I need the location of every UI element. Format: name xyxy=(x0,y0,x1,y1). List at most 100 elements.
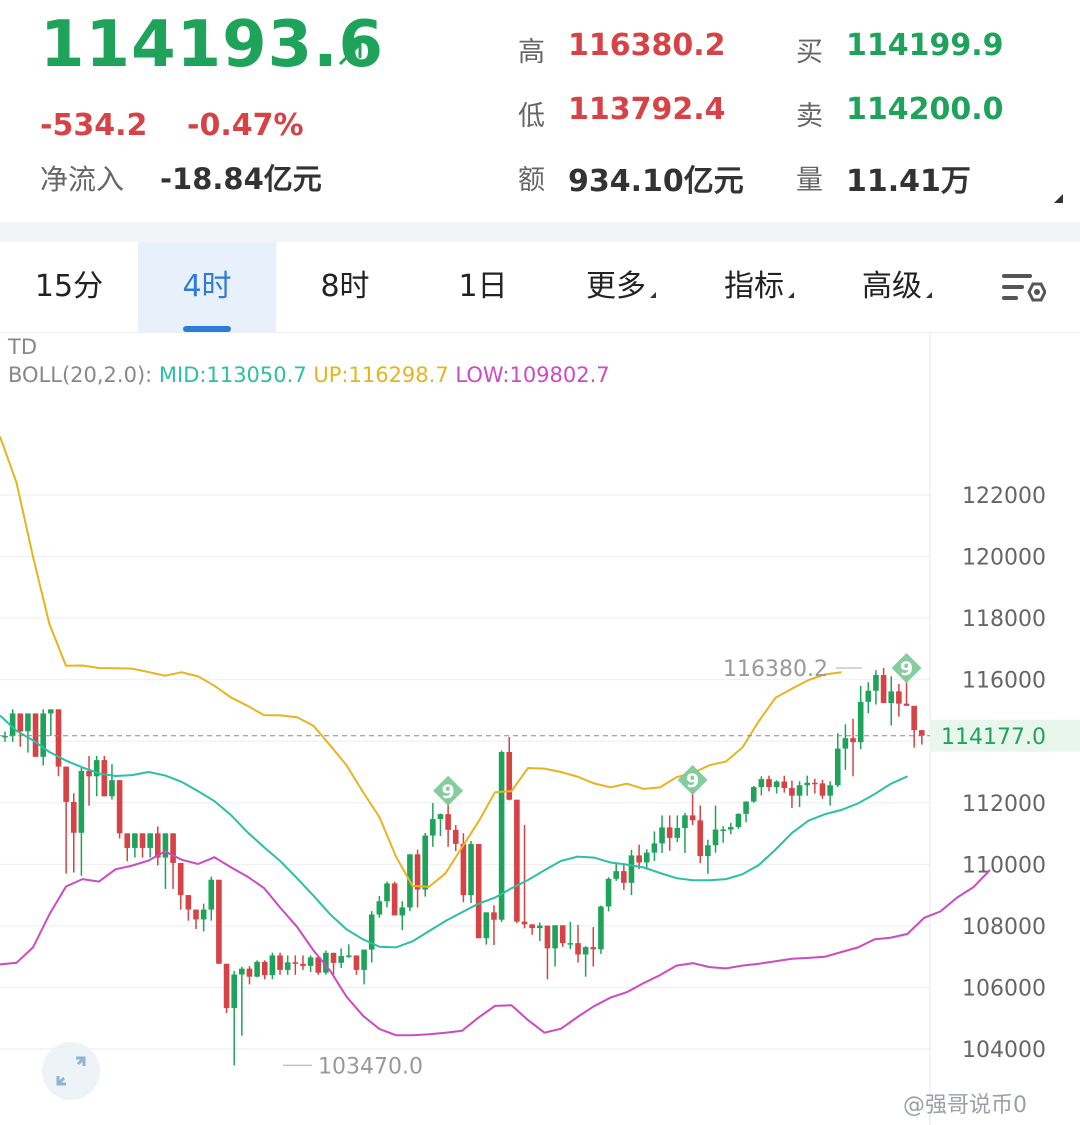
candle-body xyxy=(116,780,123,834)
td-marker-label: 9 xyxy=(686,770,699,792)
candle-body xyxy=(353,955,360,970)
td-marker-label: 9 xyxy=(442,781,455,803)
candle-body xyxy=(109,780,115,797)
up-right-arrow-icon xyxy=(336,40,364,76)
amount-label: 额 xyxy=(518,165,545,196)
candle-body xyxy=(414,854,421,890)
candle-body xyxy=(643,852,650,863)
netflow-value: -18.84亿元 xyxy=(160,162,322,196)
candle-body xyxy=(666,827,673,838)
candle-body xyxy=(559,925,566,944)
candle-body xyxy=(101,760,108,797)
candle-body xyxy=(628,855,635,883)
candle-body xyxy=(338,956,344,963)
y-tick-label: 106000 xyxy=(962,976,1046,1001)
boll-up-value: UP:116298.7 xyxy=(313,363,449,387)
boll-mid-value: MID:113050.7 xyxy=(158,363,307,387)
candle-body xyxy=(636,855,642,863)
candle-body xyxy=(48,709,54,714)
sell-label: 卖 xyxy=(796,101,823,132)
current-price-label: 114177.0 xyxy=(941,725,1046,750)
tab-indicators[interactable]: 指标 xyxy=(690,242,828,332)
y-tick-label: 108000 xyxy=(962,915,1046,940)
candle-body xyxy=(139,833,146,848)
td-marker-label: 9 xyxy=(900,658,913,680)
chart-settings-icon[interactable] xyxy=(1000,270,1047,306)
candle-body xyxy=(682,815,688,829)
candle-body xyxy=(659,827,665,844)
fullscreen-expand-icon[interactable] xyxy=(42,1042,100,1100)
candle-body xyxy=(17,713,24,732)
volume-value: 11.41万 xyxy=(846,164,971,199)
candle-body xyxy=(261,961,268,976)
candle-body xyxy=(575,943,581,955)
candle-body xyxy=(468,844,474,896)
candle-body xyxy=(812,782,818,785)
candlestick-chart[interactable]: 1220001200001180001160001140001120001100… xyxy=(0,332,1080,1125)
volume-label: 量 xyxy=(796,165,823,196)
buy-value: 114199.9 xyxy=(846,28,1004,63)
candle-body xyxy=(674,828,681,838)
tab-label: 指标 xyxy=(724,269,784,304)
y-tick-label: 116000 xyxy=(962,669,1046,694)
candle-body xyxy=(705,845,711,857)
candle-body xyxy=(25,713,31,732)
candle-body xyxy=(773,781,780,788)
candle-body xyxy=(430,819,436,836)
candle-body xyxy=(445,814,451,830)
tab-label: 4时 xyxy=(182,269,232,304)
dropdown-corner-icon xyxy=(788,292,794,298)
y-tick-label: 104000 xyxy=(962,1038,1046,1063)
candle-body xyxy=(789,788,795,796)
tab-advanced[interactable]: 高级 xyxy=(828,242,966,332)
candle-body xyxy=(147,833,153,848)
candle-body xyxy=(193,909,199,920)
candle-body xyxy=(300,963,306,966)
candle-body xyxy=(582,947,589,955)
y-tick-label: 120000 xyxy=(962,546,1046,571)
dropdown-corner-icon xyxy=(650,292,656,298)
candle-body xyxy=(834,748,841,786)
candle-body xyxy=(346,955,352,957)
tab-label: 高级 xyxy=(862,269,922,304)
low-value: 113792.4 xyxy=(568,92,726,127)
candle-body xyxy=(399,907,406,916)
candle-body xyxy=(132,833,138,848)
candle-body xyxy=(567,943,574,945)
candle-body xyxy=(896,691,902,704)
candle-body xyxy=(361,949,367,970)
dropdown-corner-icon xyxy=(926,292,932,298)
candle-body xyxy=(621,871,627,883)
boll-low-value: LOW:109802.7 xyxy=(455,363,610,387)
tab-label: 15分 xyxy=(34,269,104,304)
candle-body xyxy=(491,912,497,920)
candle-body xyxy=(452,829,459,844)
candle-body xyxy=(391,883,398,916)
candle-body xyxy=(307,957,314,966)
y-tick-label: 110000 xyxy=(962,853,1046,878)
td-indicator-label: TD xyxy=(8,335,37,359)
candle-body xyxy=(613,871,619,879)
expand-corner-icon[interactable] xyxy=(1054,194,1063,203)
candle-body xyxy=(720,829,726,832)
tab-4h[interactable]: 4时 xyxy=(138,242,276,332)
candle-body xyxy=(437,814,444,820)
candle-body xyxy=(919,730,925,736)
boll-low-line xyxy=(0,850,991,1037)
tab-more[interactable]: 更多 xyxy=(552,242,690,332)
candle-body xyxy=(216,879,222,964)
candle-body xyxy=(651,843,658,853)
tab-1d[interactable]: 1日 xyxy=(414,242,552,332)
candle-body xyxy=(200,909,207,920)
interval-tabs: 15分 4时 8时 1日 更多 指标 高级 xyxy=(0,242,1080,333)
candle-body xyxy=(70,801,77,833)
candle-body xyxy=(384,883,390,902)
tab-8h[interactable]: 8时 xyxy=(276,242,414,332)
price-change: -534.2 xyxy=(40,108,148,143)
candle-body xyxy=(529,924,535,929)
watermark: @强哥说币0 xyxy=(903,1093,1027,1118)
candle-body xyxy=(292,962,299,964)
tab-15m[interactable]: 15分 xyxy=(0,242,138,332)
low-label: 低 xyxy=(518,101,545,132)
candle-body xyxy=(376,901,383,915)
